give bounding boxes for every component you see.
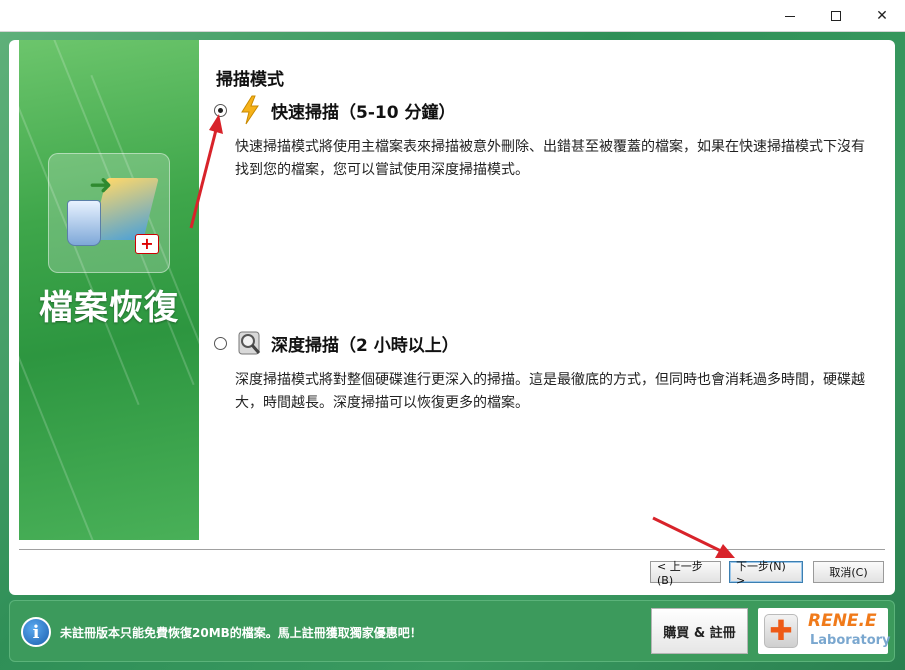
maximize-icon — [831, 11, 841, 21]
recycle-bin-icon — [67, 200, 101, 246]
cancel-button[interactable]: 取消(C) — [813, 561, 884, 583]
brand-subtitle: Laboratory — [810, 633, 891, 648]
magnifier-disk-icon — [237, 328, 263, 358]
lightning-icon — [237, 95, 263, 125]
back-button[interactable]: < 上一步(B) — [650, 560, 721, 587]
section-title: 掃描模式 — [216, 70, 284, 90]
minimize-icon — [785, 15, 795, 17]
button-divider — [19, 549, 885, 550]
deep-scan-option[interactable]: 深度掃描（2 小時以上） — [214, 328, 459, 358]
minimize-button[interactable] — [767, 0, 813, 32]
deep-scan-label: 深度掃描（2 小時以上） — [271, 335, 459, 356]
brand-name: RENE.E — [808, 611, 877, 631]
brand-logo[interactable]: ✚ RENE.E Laboratory — [758, 608, 891, 654]
annotation-arrow-icon — [652, 516, 735, 558]
restore-arrow-icon: ➜ — [89, 168, 113, 201]
first-aid-icon: ✚ — [764, 614, 798, 648]
quick-scan-radio[interactable] — [214, 103, 227, 117]
maximize-button[interactable] — [813, 0, 859, 32]
window-titlebar: ✕ — [0, 0, 905, 32]
first-aid-icon: + — [135, 234, 159, 254]
file-recovery-app-icon: ➜ + — [48, 153, 170, 273]
info-icon: i — [21, 617, 51, 647]
quick-scan-option[interactable]: 快速掃描（5-10 分鐘） — [214, 95, 455, 125]
buy-register-button[interactable]: 購買 & 註冊 — [651, 608, 748, 654]
sidebar-art: ➜ + 檔案恢復 — [19, 40, 199, 540]
close-button[interactable]: ✕ — [859, 0, 905, 32]
deep-scan-radio[interactable] — [214, 336, 227, 350]
footer-bar: i 未註冊版本只能免費恢復20MB的檔案。馬上註冊獲取獨家優惠吧！ 購買 & 註… — [9, 600, 895, 662]
quick-scan-description: 快速掃描模式將使用主檔案表來掃描被意外刪除、出錯甚至被覆蓋的檔案，如果在快速掃描… — [235, 139, 865, 178]
main-panel: ➜ + 檔案恢復 掃描模式 快速掃描（5-10 分鐘） 快速掃描模式將使用主檔案… — [9, 40, 895, 595]
radio-selected-dot — [218, 107, 223, 113]
close-icon: ✕ — [876, 8, 888, 24]
next-button[interactable]: 下一步(N) > — [729, 560, 803, 587]
deep-scan-description: 深度掃描模式將對整個硬碟進行更深入的掃描。這是最徹底的方式，但同時也會消耗過多時… — [235, 372, 865, 411]
quick-scan-label: 快速掃描（5-10 分鐘） — [271, 102, 456, 123]
sidebar-title: 檔案恢復 — [39, 288, 179, 328]
registration-notice: 未註冊版本只能免費恢復20MB的檔案。馬上註冊獲取獨家優惠吧！ — [60, 626, 422, 640]
